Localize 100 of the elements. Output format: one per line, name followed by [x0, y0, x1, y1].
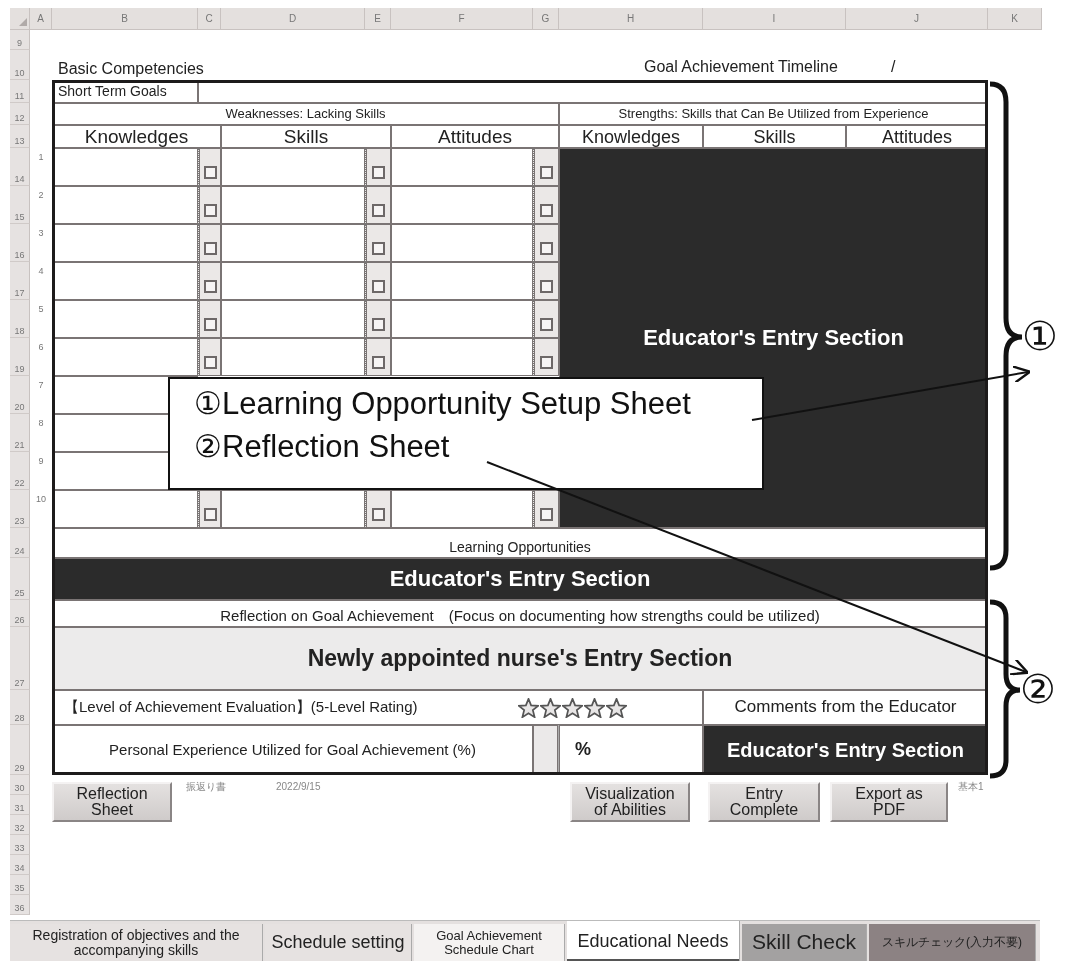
- checkbox[interactable]: [372, 280, 385, 293]
- sheet-button[interactable]: Entry Complete: [708, 782, 820, 822]
- educator-entry-section[interactable]: Educator's Entry Section: [52, 558, 988, 600]
- entry-cell[interactable]: [391, 300, 533, 338]
- row-header[interactable]: 28: [10, 690, 30, 725]
- entry-cell[interactable]: [221, 338, 365, 376]
- checkbox[interactable]: [372, 166, 385, 179]
- sheet-tab[interactable]: Educational Needs: [567, 921, 740, 961]
- checkbox[interactable]: [540, 242, 553, 255]
- column-header[interactable]: F: [391, 8, 533, 30]
- entry-cell[interactable]: [391, 338, 533, 376]
- row-header[interactable]: 32: [10, 815, 30, 835]
- entry-cell[interactable]: [221, 262, 365, 300]
- star-icon: [562, 697, 583, 718]
- sheet-button[interactable]: Visualization of Abilities: [570, 782, 690, 822]
- entry-cell[interactable]: [391, 148, 533, 186]
- entry-cell[interactable]: [52, 300, 198, 338]
- entry-cell[interactable]: [52, 262, 198, 300]
- column-group-header: Weaknesses: Lacking Skills: [52, 103, 559, 125]
- row-header[interactable]: 9: [10, 30, 30, 50]
- checkbox[interactable]: [540, 356, 553, 369]
- sheet-tab[interactable]: Skill Check: [742, 924, 867, 961]
- checkbox[interactable]: [203, 280, 217, 293]
- row-header[interactable]: 14: [10, 148, 30, 186]
- checkbox[interactable]: [203, 318, 217, 331]
- row-header[interactable]: 12: [10, 103, 30, 125]
- checkbox[interactable]: [203, 166, 217, 179]
- row-header[interactable]: 16: [10, 224, 30, 262]
- checkbox[interactable]: [540, 166, 553, 179]
- entry-cell[interactable]: [52, 148, 198, 186]
- educator-entry-section[interactable]: Educator's Entry Section: [703, 725, 988, 775]
- column-header[interactable]: C: [198, 8, 221, 30]
- sheet-tab[interactable]: スキルチェック(入力不要): [869, 924, 1036, 961]
- checkbox[interactable]: [372, 508, 385, 521]
- entry-cell[interactable]: [391, 490, 533, 528]
- row-header[interactable]: 36: [10, 895, 30, 915]
- column-header[interactable]: K: [988, 8, 1042, 30]
- row-header[interactable]: 13: [10, 125, 30, 148]
- row-header[interactable]: 22: [10, 452, 30, 490]
- row-header[interactable]: 19: [10, 338, 30, 376]
- sheet-button[interactable]: Export as PDF: [830, 782, 948, 822]
- checkbox[interactable]: [372, 318, 385, 331]
- entry-cell[interactable]: [221, 148, 365, 186]
- checkbox[interactable]: [540, 280, 553, 293]
- column-header-cell: Knowledges: [52, 125, 221, 148]
- row-header[interactable]: 34: [10, 855, 30, 875]
- row-header[interactable]: 25: [10, 558, 30, 600]
- star-icon: [540, 697, 561, 718]
- checkbox[interactable]: [372, 242, 385, 255]
- checkbox[interactable]: [203, 204, 217, 217]
- column-header[interactable]: D: [221, 8, 365, 30]
- evaluation-label: 【Level of Achievement Evaluation】(5-Level Rating): [64, 699, 418, 716]
- checkbox[interactable]: [203, 356, 217, 369]
- entry-cell[interactable]: [221, 186, 365, 224]
- column-header[interactable]: E: [365, 8, 391, 30]
- row-header[interactable]: 17: [10, 262, 30, 300]
- row-header[interactable]: 26: [10, 600, 30, 627]
- star-rating[interactable]: [518, 697, 627, 718]
- column-header[interactable]: I: [703, 8, 846, 30]
- entry-cell[interactable]: [52, 338, 198, 376]
- row-header[interactable]: 21: [10, 414, 30, 452]
- column-header[interactable]: B: [52, 8, 198, 30]
- entry-cell[interactable]: [391, 224, 533, 262]
- entry-cell[interactable]: [391, 262, 533, 300]
- checkbox[interactable]: [540, 508, 553, 521]
- sheet-button[interactable]: Reflection Sheet: [52, 782, 172, 822]
- column-header[interactable]: H: [559, 8, 703, 30]
- row-header[interactable]: 18: [10, 300, 30, 338]
- entry-cell[interactable]: [221, 490, 365, 528]
- column-header[interactable]: J: [846, 8, 988, 30]
- entry-cell[interactable]: [391, 186, 533, 224]
- row-header[interactable]: 24: [10, 528, 30, 558]
- row-header[interactable]: 23: [10, 490, 30, 528]
- entry-cell[interactable]: [52, 224, 198, 262]
- percent-input-field[interactable]: [533, 725, 559, 775]
- checkbox[interactable]: [372, 204, 385, 217]
- checkbox[interactable]: [540, 318, 553, 331]
- row-header[interactable]: 20: [10, 376, 30, 414]
- entry-cell[interactable]: [221, 224, 365, 262]
- row-header[interactable]: 33: [10, 835, 30, 855]
- row-header[interactable]: 35: [10, 875, 30, 895]
- section-marker: ②: [1020, 669, 1056, 709]
- checkbox[interactable]: [540, 204, 553, 217]
- checkbox[interactable]: [203, 242, 217, 255]
- row-header[interactable]: 15: [10, 186, 30, 224]
- row-header[interactable]: 10: [10, 50, 30, 80]
- column-header[interactable]: A: [30, 8, 52, 30]
- sheet-tab[interactable]: Goal Achievement Schedule Chart: [414, 924, 565, 961]
- entry-cell[interactable]: [52, 490, 198, 528]
- row-header[interactable]: 30: [10, 775, 30, 795]
- checkbox[interactable]: [203, 508, 217, 521]
- entry-cell[interactable]: [52, 186, 198, 224]
- row-header[interactable]: 27: [10, 627, 30, 690]
- checkbox[interactable]: [372, 356, 385, 369]
- entry-cell[interactable]: [221, 300, 365, 338]
- nurse-entry-section[interactable]: Newly appointed nurse's Entry Section: [52, 627, 988, 690]
- row-header[interactable]: 31: [10, 795, 30, 815]
- row-header[interactable]: 29: [10, 725, 30, 775]
- row-header[interactable]: 11: [10, 80, 30, 103]
- column-header[interactable]: G: [533, 8, 559, 30]
